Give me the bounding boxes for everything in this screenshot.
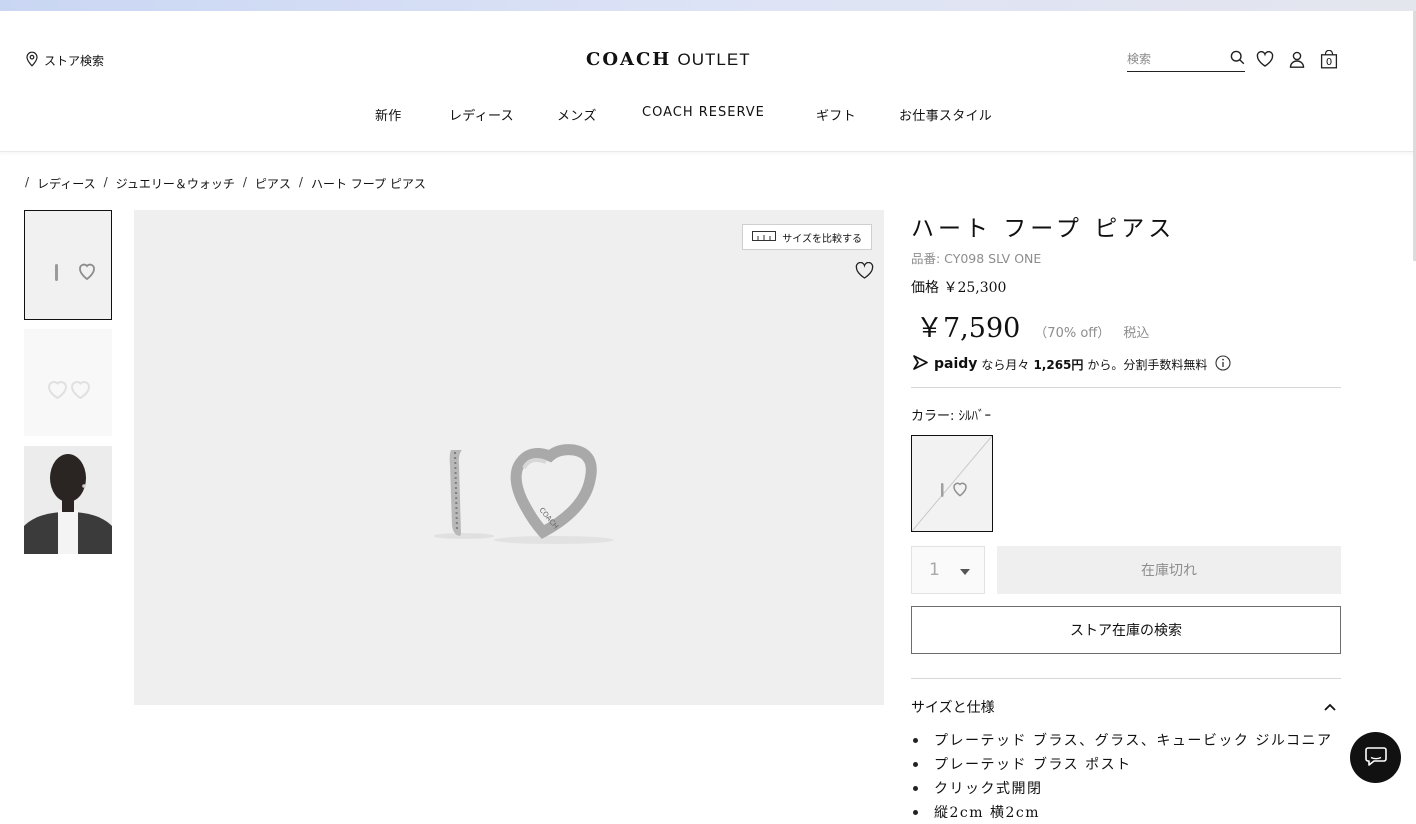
discount-and-tax: （70% off） 税込	[1034, 322, 1149, 341]
spec-item: プレーテッド ブラス、グラス、キュービック ジルコニア	[913, 728, 1343, 752]
sold-out-button[interactable]: 在庫切れ	[997, 546, 1341, 594]
breadcrumb-current-product: ハート フープ ピアス	[310, 177, 426, 191]
breadcrumb-ladies[interactable]: レディース	[37, 175, 96, 192]
divider	[911, 678, 1341, 679]
main-nav: 新作 レディース メンズ COACH RESERVE ギフト お仕事スタイル	[0, 105, 1416, 125]
chat-bubble-icon	[1364, 745, 1388, 771]
sale-price: ￥7,590	[916, 313, 1021, 344]
site-logo[interactable]: COACH OUTLET	[586, 49, 751, 70]
store-inventory-search-button[interactable]: ストア在庫の検索	[911, 606, 1341, 654]
search-box	[1127, 47, 1245, 72]
product-sku: 品番: CY098 SLV ONE	[911, 251, 1042, 266]
cart-bag-icon[interactable]: 0	[1319, 49, 1339, 69]
spec-item: クリック式開閉	[913, 776, 1343, 800]
cart-count: 0	[1326, 57, 1332, 68]
spec-accordion-header[interactable]: サイズと仕様	[911, 697, 1341, 717]
discount-percent: （70% off）	[1034, 326, 1111, 341]
thumbnail-1[interactable]	[24, 210, 112, 320]
tax-included-label: 税込	[1123, 326, 1150, 341]
compare-size-label: サイズを比較する	[782, 233, 862, 245]
nav-item-work-style[interactable]: お仕事スタイル	[899, 105, 992, 124]
nav-item-gift[interactable]: ギフト	[816, 105, 856, 124]
paidy-brand: paidy	[934, 356, 978, 372]
add-to-wishlist-heart-icon[interactable]	[855, 261, 874, 283]
info-icon[interactable]	[1215, 354, 1231, 374]
ruler-icon	[752, 230, 777, 244]
quantity-value: 1	[929, 560, 940, 580]
nav-item-mens[interactable]: メンズ	[557, 105, 597, 124]
chevron-up-icon	[1324, 699, 1336, 715]
color-label: カラー: ｼﾙﾊﾞｰ	[911, 409, 992, 424]
search-icon[interactable]	[1230, 50, 1245, 69]
paidy-installment-info: paidy なら月々 1,265円 から。分割手数料無料	[911, 353, 1231, 375]
product-title: ハート フープ ピアス	[911, 216, 1176, 242]
paidy-text-1: なら月々	[981, 357, 1030, 372]
thumbnail-2[interactable]	[24, 329, 112, 436]
swatch-image	[912, 436, 992, 531]
thumbnail-2-image	[24, 329, 112, 436]
sale-price-row: ￥7,590 （70% off） 税込	[916, 306, 1149, 345]
chevron-down-icon	[959, 560, 970, 580]
spec-item: 縦2cm 横2cm	[913, 800, 1343, 824]
spec-title: サイズと仕様	[911, 700, 995, 716]
promo-banner-strip	[0, 0, 1416, 11]
paidy-logo-icon	[911, 353, 930, 375]
wishlist-heart-icon[interactable]	[1255, 49, 1275, 69]
nav-item-coach-reserve[interactable]: COACH RESERVE	[642, 105, 765, 120]
paidy-monthly-amount: 1,265円	[1033, 357, 1084, 372]
paidy-text-2: から。分割手数料無料	[1087, 357, 1208, 372]
breadcrumb: / レディース / ジュエリー＆ウォッチ / ピアス / ハート フープ ピアス	[25, 175, 426, 192]
original-price: 価格 ￥25,300	[911, 280, 1007, 296]
account-user-icon[interactable]	[1287, 49, 1307, 69]
divider	[911, 387, 1341, 388]
spec-item: プレーテッド ブラス ポスト	[913, 752, 1343, 776]
site-header: ストア検索 COACH OUTLET 0 新作 レディース メンズ COACH …	[0, 11, 1416, 152]
store-search-link[interactable]: ストア検索	[25, 51, 104, 70]
nav-item-new[interactable]: 新作	[375, 105, 402, 124]
logo-outlet: OUTLET	[677, 50, 751, 69]
compare-size-button[interactable]: サイズを比較する	[742, 224, 872, 250]
logo-brand: COACH	[586, 49, 672, 70]
thumbnail-3[interactable]	[24, 446, 112, 554]
store-search-label: ストア検索	[44, 54, 105, 68]
product-main-image[interactable]: COACH サイズを比較する	[134, 210, 884, 705]
breadcrumb-jewelry-watch[interactable]: ジュエリー＆ウォッチ	[116, 175, 235, 192]
nav-item-ladies[interactable]: レディース	[449, 105, 514, 124]
search-input[interactable]	[1127, 52, 1217, 66]
breadcrumb-earrings[interactable]: ピアス	[255, 175, 291, 192]
quantity-select[interactable]: 1	[911, 546, 985, 594]
chat-support-button[interactable]	[1350, 732, 1401, 783]
thumbnail-3-model-image	[24, 446, 112, 554]
product-photo: COACH	[434, 444, 614, 544]
location-pin-icon	[25, 51, 39, 70]
thumbnail-1-image	[25, 211, 111, 319]
spec-list: プレーテッド ブラス、グラス、キュービック ジルコニア プレーテッド ブラス ポ…	[913, 728, 1343, 824]
color-swatch-silver[interactable]	[911, 435, 993, 532]
